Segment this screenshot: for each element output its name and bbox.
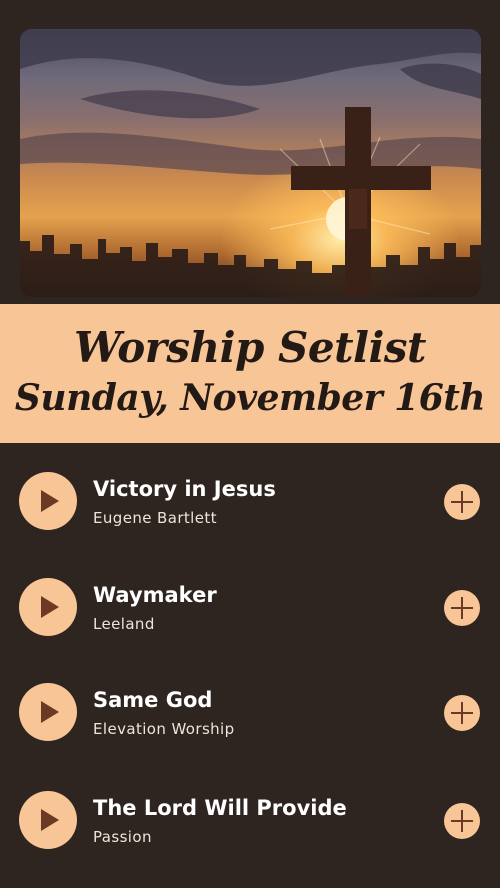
play-icon	[41, 596, 59, 618]
add-song-button[interactable]	[444, 695, 480, 731]
play-icon	[41, 490, 59, 512]
song-artist: Leeland	[93, 615, 155, 633]
song-item: Victory in Jesus Eugene Bartlett	[0, 472, 500, 552]
song-title: Waymaker	[93, 583, 217, 607]
sunset-cross-illustration	[20, 29, 481, 297]
play-button[interactable]	[19, 791, 77, 849]
service-date: Sunday, November 16th	[14, 377, 486, 419]
song-artist: Eugene Bartlett	[93, 509, 217, 527]
plus-icon	[451, 491, 473, 513]
add-song-button[interactable]	[444, 803, 480, 839]
song-title: The Lord Will Provide	[93, 796, 347, 820]
hero-image	[20, 29, 481, 297]
song-item: Waymaker Leeland	[0, 578, 500, 658]
play-icon	[41, 809, 59, 831]
song-artist: Elevation Worship	[93, 720, 235, 738]
add-song-button[interactable]	[444, 484, 480, 520]
add-song-button[interactable]	[444, 590, 480, 626]
play-button[interactable]	[19, 683, 77, 741]
play-button[interactable]	[19, 472, 77, 530]
song-item: The Lord Will Provide Passion	[0, 791, 500, 871]
play-button[interactable]	[19, 578, 77, 636]
song-artist: Passion	[93, 828, 152, 846]
page-title: Worship Setlist	[74, 323, 426, 372]
song-title: Victory in Jesus	[93, 477, 276, 501]
plus-icon	[451, 810, 473, 832]
play-icon	[41, 701, 59, 723]
song-item: Same God Elevation Worship	[0, 683, 500, 763]
setlist-header-banner: Worship Setlist Sunday, November 16th	[0, 304, 500, 443]
song-title: Same God	[93, 688, 213, 712]
plus-icon	[451, 597, 473, 619]
plus-icon	[451, 702, 473, 724]
